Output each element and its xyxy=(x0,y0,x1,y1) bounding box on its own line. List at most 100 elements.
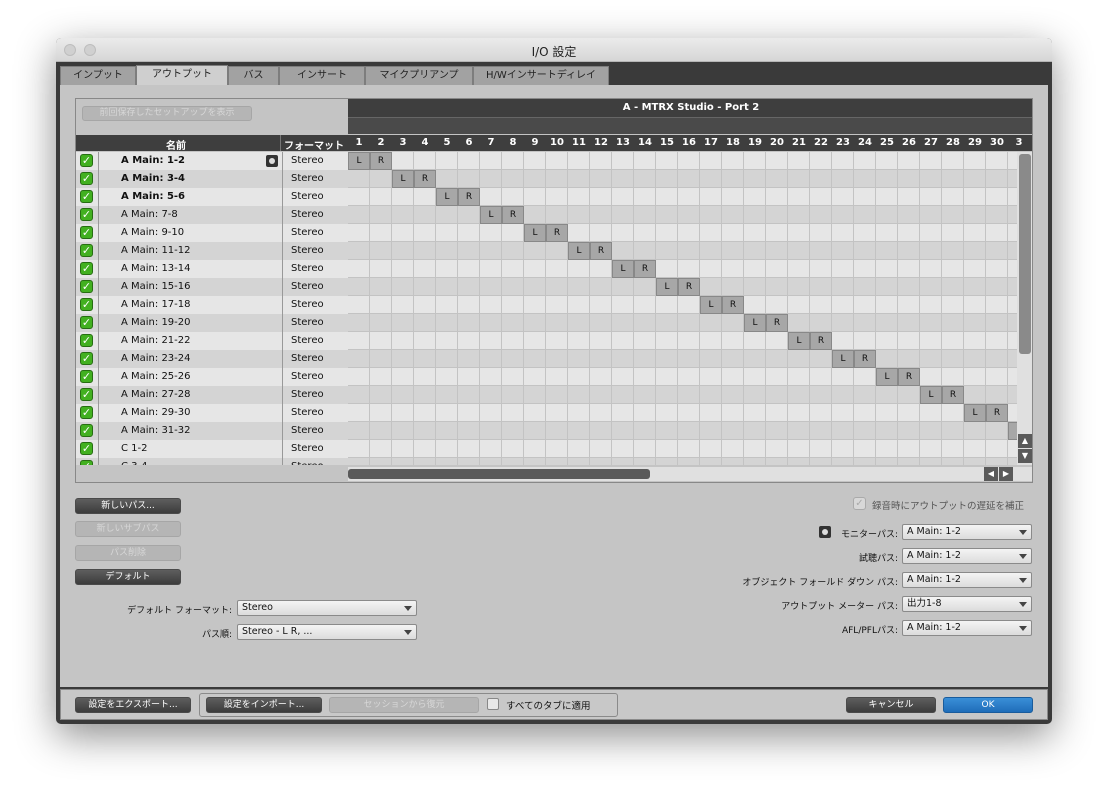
matrix-cell[interactable] xyxy=(634,404,656,422)
path-name[interactable]: A Main: 15-16 xyxy=(121,281,191,292)
path-active-checkbox[interactable]: ✓ xyxy=(80,154,93,167)
matrix-cell[interactable] xyxy=(612,224,634,242)
path-name[interactable]: A Main: 31-32 xyxy=(121,425,191,436)
matrix-cell[interactable] xyxy=(656,152,678,170)
path-order-select[interactable]: Stereo - L R, ... xyxy=(237,624,417,640)
matrix-cell[interactable] xyxy=(458,242,480,260)
matrix-cell[interactable] xyxy=(700,206,722,224)
matrix-cell[interactable] xyxy=(656,296,678,314)
path-row[interactable]: ✓ A Main: 19-20 Stereo xyxy=(76,314,348,332)
matrix-cell[interactable] xyxy=(788,224,810,242)
matrix-cell[interactable] xyxy=(634,350,656,368)
matrix-cell[interactable] xyxy=(480,368,502,386)
matrix-cell[interactable] xyxy=(1008,440,1017,458)
matrix-cell[interactable] xyxy=(722,332,744,350)
matrix-cell[interactable] xyxy=(876,458,898,465)
channel-assignment[interactable]: L xyxy=(1008,422,1017,440)
matrix-cell[interactable] xyxy=(942,458,964,465)
matrix-cell[interactable] xyxy=(898,152,920,170)
matrix-cell[interactable] xyxy=(832,368,854,386)
matrix-cell[interactable] xyxy=(986,260,1008,278)
matrix-cell[interactable] xyxy=(568,296,590,314)
channel-assignment[interactable]: L xyxy=(568,242,590,260)
matrix-cell[interactable] xyxy=(568,278,590,296)
matrix-cell[interactable] xyxy=(744,368,766,386)
channel-assignment[interactable]: L xyxy=(920,386,942,404)
channel-assignment[interactable]: R xyxy=(898,368,920,386)
matrix-cell[interactable] xyxy=(1008,260,1017,278)
matrix-cell[interactable] xyxy=(348,350,370,368)
matrix-cell[interactable] xyxy=(876,206,898,224)
matrix-cell[interactable] xyxy=(920,368,942,386)
path-row[interactable]: ✓ A Main: 31-32 Stereo xyxy=(76,422,348,440)
matrix-cell[interactable] xyxy=(744,188,766,206)
matrix-cell[interactable] xyxy=(480,350,502,368)
new-path-button[interactable]: 新しいパス... xyxy=(75,498,181,514)
matrix-cell[interactable] xyxy=(634,170,656,188)
matrix-cell[interactable] xyxy=(392,296,414,314)
matrix-cell[interactable] xyxy=(700,242,722,260)
matrix-cell[interactable] xyxy=(788,170,810,188)
matrix-cell[interactable] xyxy=(436,422,458,440)
path-name[interactable]: A Main: 17-18 xyxy=(121,299,191,310)
matrix-cell[interactable] xyxy=(414,224,436,242)
matrix-cell[interactable] xyxy=(744,332,766,350)
matrix-cell[interactable] xyxy=(590,278,612,296)
path-row[interactable]: ✓ A Main: 21-22 Stereo xyxy=(76,332,348,350)
matrix-cell[interactable] xyxy=(480,170,502,188)
matrix-cell[interactable] xyxy=(436,404,458,422)
matrix-cell[interactable] xyxy=(546,422,568,440)
matrix-cell[interactable] xyxy=(370,386,392,404)
matrix-cell[interactable] xyxy=(568,260,590,278)
matrix-cell[interactable] xyxy=(414,404,436,422)
matrix-cell[interactable] xyxy=(766,350,788,368)
matrix-cell[interactable] xyxy=(568,386,590,404)
path-active-checkbox[interactable]: ✓ xyxy=(80,424,93,437)
matrix-cell[interactable] xyxy=(436,386,458,404)
matrix-cell[interactable] xyxy=(546,242,568,260)
matrix-cell[interactable] xyxy=(678,170,700,188)
ok-button[interactable]: OK xyxy=(943,697,1033,713)
matrix-cell[interactable] xyxy=(810,152,832,170)
matrix-cell[interactable] xyxy=(766,260,788,278)
matrix-cell[interactable] xyxy=(964,458,986,465)
matrix-cell[interactable] xyxy=(480,458,502,465)
matrix-cell[interactable] xyxy=(744,224,766,242)
matrix-cell[interactable] xyxy=(546,188,568,206)
matrix-cell[interactable] xyxy=(1008,170,1017,188)
matrix-cell[interactable] xyxy=(480,242,502,260)
matrix-cell[interactable] xyxy=(590,206,612,224)
matrix-cell[interactable] xyxy=(458,422,480,440)
matrix-cell[interactable] xyxy=(832,278,854,296)
matrix-cell[interactable] xyxy=(392,152,414,170)
matrix-cell[interactable] xyxy=(502,404,524,422)
matrix-cell[interactable] xyxy=(722,278,744,296)
matrix-cell[interactable] xyxy=(964,350,986,368)
matrix-cell[interactable] xyxy=(678,206,700,224)
path-active-checkbox[interactable]: ✓ xyxy=(80,280,93,293)
matrix-cell[interactable] xyxy=(656,368,678,386)
matrix-cell[interactable] xyxy=(722,458,744,465)
matrix-cell[interactable] xyxy=(898,422,920,440)
matrix-cell[interactable] xyxy=(634,332,656,350)
channel-assignment[interactable]: R xyxy=(986,404,1008,422)
path-row[interactable]: ✓ A Main: 3-4 Stereo xyxy=(76,170,348,188)
matrix-cell[interactable] xyxy=(458,314,480,332)
matrix-cell[interactable] xyxy=(612,422,634,440)
matrix-cell[interactable] xyxy=(744,440,766,458)
matrix-cell[interactable] xyxy=(678,422,700,440)
matrix-cell[interactable] xyxy=(480,404,502,422)
matrix-cell[interactable] xyxy=(612,350,634,368)
matrix-cell[interactable] xyxy=(986,458,1008,465)
matrix-cell[interactable] xyxy=(414,458,436,465)
matrix-cell[interactable] xyxy=(568,404,590,422)
matrix-cell[interactable] xyxy=(678,386,700,404)
path-name[interactable]: A Main: 3-4 xyxy=(121,173,185,184)
matrix-cell[interactable] xyxy=(656,440,678,458)
matrix-cell[interactable] xyxy=(986,440,1008,458)
matrix-cell[interactable] xyxy=(568,314,590,332)
matrix-cell[interactable] xyxy=(546,296,568,314)
matrix-cell[interactable] xyxy=(986,314,1008,332)
matrix-cell[interactable] xyxy=(458,404,480,422)
delete-path-button[interactable]: パス削除 xyxy=(75,545,181,561)
